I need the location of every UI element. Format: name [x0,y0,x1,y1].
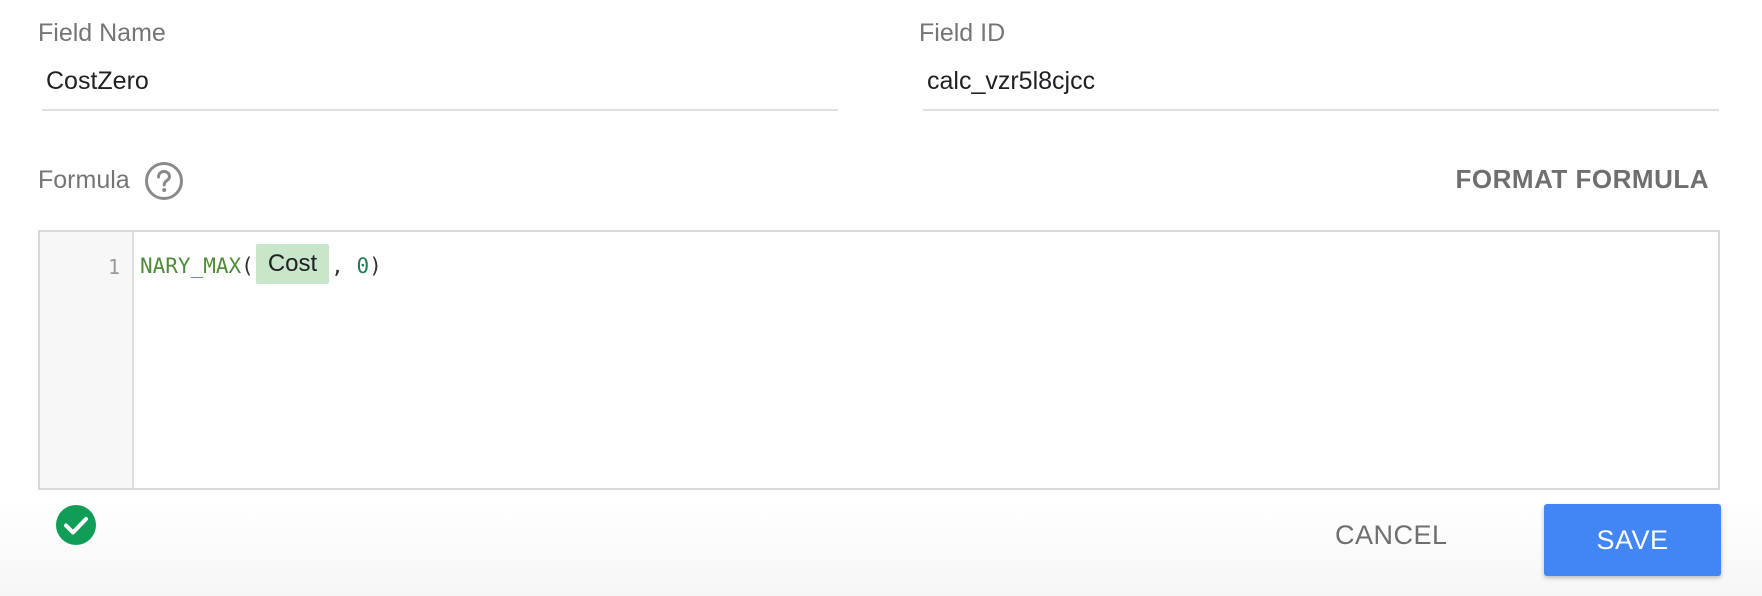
field-name-input[interactable]: CostZero [46,65,836,97]
field-name-underline [42,109,838,111]
close-paren-token: ) [369,254,382,278]
line-number-gutter: 1 [40,232,134,488]
save-button[interactable]: SAVE [1544,504,1721,576]
field-id-underline [923,109,1719,111]
line-number: 1 [107,255,120,279]
help-circle-icon[interactable] [144,161,184,201]
field-id-input[interactable]: calc_vzr5l8cjcc [927,65,1717,97]
field-name-label: Field Name [38,19,166,47]
formula-editor[interactable]: 1 NARY_MAX(Cost, 0) [38,230,1720,490]
field-id-label: Field ID [919,19,1006,47]
check-circle-icon [56,505,96,545]
formula-label: Formula [38,166,130,194]
comma-token: , [331,254,357,278]
format-formula-button[interactable]: FORMAT FORMULA [1456,162,1709,196]
function-token: NARY_MAX [140,254,242,278]
cancel-button[interactable]: CANCEL [1335,518,1448,552]
open-paren-token: ( [241,254,254,278]
field-chip-cost[interactable]: Cost [255,244,330,284]
number-token: 0 [356,254,370,278]
code-line[interactable]: NARY_MAX(Cost, 0) [140,244,382,286]
calculated-field-editor: Field Name CostZero Field ID calc_vzr5l8… [0,0,1762,596]
